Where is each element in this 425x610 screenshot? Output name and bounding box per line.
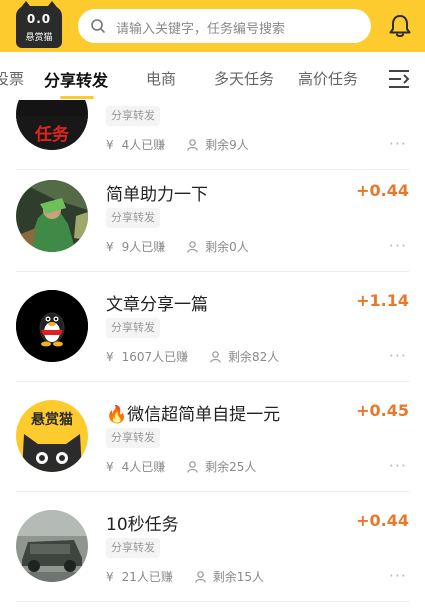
task-list: 任务 分享转发 ¥4人已赚 剩余9人 ··· 简单助力一下 +0.44 分享转发 [0,100,425,610]
task-item[interactable]: 悬赏猫 🔥微信超简单自提一元 +0.45 分享转发 ¥4人已赚 剩余25人 ··… [0,382,425,492]
currency-icon: ¥ [106,350,114,364]
earned-count: 4人已赚 [121,138,166,152]
task-title: 文章分享一篇 [106,295,208,315]
earned-count: 4人已赚 [121,460,166,474]
person-icon [194,571,206,583]
currency-icon: ¥ [106,138,114,152]
task-reward: +0.44 [356,511,409,530]
task-tag: 分享转发 [106,318,160,338]
game-character-icon [16,180,88,252]
task-item[interactable]: 任务 分享转发 ¥4人已赚 剩余9人 ··· [0,100,425,170]
tab-multi-day[interactable]: 多天任务 [214,68,274,89]
person-icon [210,351,221,363]
more-options-icon[interactable]: ··· [389,348,407,364]
task-tag: 分享转发 [106,538,160,558]
search-input[interactable]: 请输入关键字，任务编号搜索 [78,9,371,43]
task-stats: ¥4人已赚 剩余25人 [106,458,256,475]
more-options-icon[interactable]: ··· [389,568,407,584]
tab-high-price[interactable]: 高价任务 [298,68,358,89]
tab-vote[interactable]: 投票 [0,68,24,89]
task-tag: 分享转发 [106,428,160,448]
search-icon [91,19,105,33]
tab-share-forward[interactable]: 分享转发 [44,67,108,91]
notification-bell-icon[interactable] [386,12,414,40]
avatar-text: 悬赏猫 [30,411,73,428]
currency-icon: ¥ [106,460,114,474]
task-stats: ¥4人已赚 剩余9人 [106,136,249,153]
more-options-icon[interactable]: ··· [389,136,407,152]
task-reward: +0.45 [356,401,409,420]
task-item[interactable]: 10秒任务 +0.44 分享转发 ¥21人已赚 剩余15人 ··· [0,492,425,602]
currency-icon: ¥ [106,240,114,254]
logo-ear-right [44,1,60,11]
task-title: 10秒任务 [106,515,179,535]
earned-count: 1607人已赚 [121,350,189,364]
logo-eyes: 0.0 [26,12,52,26]
task-stats: ¥1607人已赚 剩余82人 [106,348,279,365]
task-reward: +1.14 [356,291,409,310]
cat-logo-icon: 悬赏猫 [16,400,88,472]
category-tabs: 投票 分享转发 电商 多天任务 高价任务 [0,52,425,100]
task-item[interactable]: 简单助力一下 +0.44 分享转发 ¥9人已赚 剩余0人 ··· [0,162,425,272]
car-photo-icon [16,510,88,582]
tab-ecommerce[interactable]: 电商 [146,68,176,89]
person-icon [187,139,198,151]
item-divider [16,601,409,602]
task-item[interactable]: 文章分享一篇 +1.14 分享转发 ¥1607人已赚 剩余82人 ··· [0,272,425,382]
category-menu-icon[interactable] [387,68,411,90]
remaining-count: 剩余15人 [212,570,265,584]
more-options-icon[interactable]: ··· [389,238,407,254]
task-title: 🔥微信超简单自提一元 [106,405,281,425]
person-icon [187,461,198,473]
app-logo[interactable]: 0.0 悬赏猫 [16,1,62,48]
active-tab-indicator [60,96,94,99]
task-tag: 分享转发 [106,208,160,228]
search-placeholder: 请输入关键字，任务编号搜索 [116,22,286,37]
red-character-icon: 任务 [16,100,88,150]
remaining-stat: 剩余82人 [210,350,279,364]
task-title: 简单助力一下 [106,185,208,205]
app-header: 0.0 悬赏猫 请输入关键字，任务编号搜索 [0,0,425,52]
earned-count: 21人已赚 [121,570,173,584]
qq-penguin-icon [16,290,88,362]
task-stats: ¥21人已赚 剩余15人 [106,568,264,585]
logo-ear-left [18,1,34,11]
avatar-text: 任务 [34,124,70,145]
remaining-stat: 剩余9人 [187,138,249,152]
task-tag: 分享转发 [106,106,160,126]
remaining-count: 剩余0人 [205,240,249,254]
remaining-count: 剩余9人 [205,138,249,152]
remaining-count: 剩余25人 [205,460,257,474]
remaining-count: 剩余82人 [228,350,280,364]
remaining-stat: 剩余15人 [194,570,265,584]
task-stats: ¥9人已赚 剩余0人 [106,238,249,255]
task-reward: +0.44 [356,181,409,200]
logo-text: 悬赏猫 [25,33,53,43]
person-icon [187,241,198,253]
currency-icon: ¥ [106,570,114,584]
more-options-icon[interactable]: ··· [389,458,407,474]
remaining-stat: 剩余0人 [187,240,249,254]
earned-count: 9人已赚 [121,240,166,254]
remaining-stat: 剩余25人 [187,460,256,474]
